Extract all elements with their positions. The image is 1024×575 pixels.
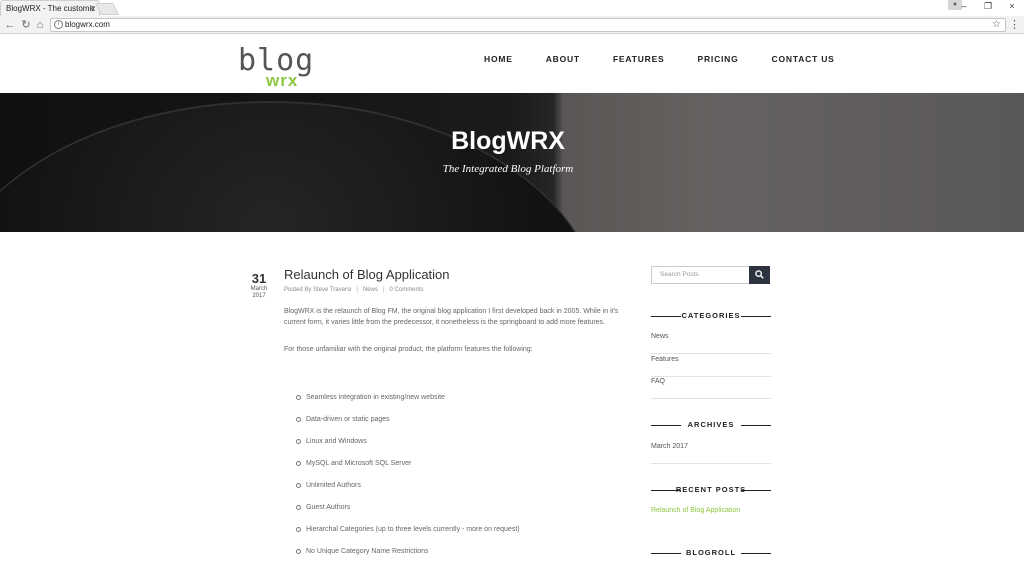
blogroll-title: BLOGROLL: [651, 548, 771, 558]
archive-link-march-2017[interactable]: March 2017: [651, 442, 771, 464]
post-comments-link[interactable]: 0 Comments: [390, 287, 424, 293]
main-nav: HOME ABOUT FEATURES PRICING CONTACT US: [484, 54, 868, 64]
browser-menu-icon[interactable]: ⋮: [1009, 19, 1020, 31]
hero-banner: BlogWRX The Integrated Blog Platform: [0, 93, 1024, 232]
post-title[interactable]: Relaunch of Blog Application: [284, 267, 450, 282]
post-paragraph: BlogWRX is the relaunch of Blog FM, the …: [284, 308, 619, 326]
search-input[interactable]: Search Posts: [651, 266, 750, 284]
list-item: Linux and Windows: [296, 437, 520, 459]
bookmark-star-icon[interactable]: ☆: [992, 19, 1001, 31]
restore-icon[interactable]: ❐: [976, 0, 1000, 12]
feature-list: Seamless integration in existing/new web…: [296, 393, 520, 569]
post-date-day: 31: [251, 271, 267, 286]
category-link-faq[interactable]: FAQ: [651, 377, 771, 399]
address-bar[interactable]: i blogwrx.com ☆: [50, 18, 1006, 32]
post-date-year: 2017: [252, 293, 266, 299]
hero-subtitle: The Integrated Blog Platform: [442, 163, 574, 175]
category-link-features[interactable]: Features: [651, 355, 771, 377]
site-logo[interactable]: blog wrx: [238, 46, 328, 90]
browser-toolbar: ← ↻ ⌂ i blogwrx.com ☆ ⋮: [0, 16, 1024, 34]
window-close-icon[interactable]: ×: [1000, 0, 1024, 12]
search-button[interactable]: [749, 266, 770, 284]
post-date-month: March: [250, 286, 268, 292]
list-item: Seamless integration in existing/new web…: [296, 393, 520, 415]
home-icon[interactable]: ⌂: [32, 17, 48, 33]
post-category-link[interactable]: News: [363, 287, 378, 293]
list-item: No Unique Category Name Restrictions: [296, 547, 520, 569]
tab-strip: BlogWRX - The customiz × ● – ❐ ×: [0, 0, 1024, 16]
list-item: Data-driven or static pages: [296, 415, 520, 437]
archives-title: ARCHIVES: [651, 420, 771, 430]
nav-pricing[interactable]: PRICING: [698, 54, 739, 64]
recent-post-link[interactable]: Relaunch of Blog Application: [651, 506, 771, 528]
logo-text-wrx: wrx: [266, 71, 299, 90]
list-item: Guest Authors: [296, 503, 520, 525]
post-date: 31 March 2017: [246, 272, 272, 300]
post-paragraph: For those unfamiliar with the original p…: [284, 346, 533, 353]
nav-about[interactable]: ABOUT: [546, 54, 580, 64]
nav-home[interactable]: HOME: [484, 54, 513, 64]
tab-close-icon[interactable]: ×: [90, 1, 95, 16]
post-author: Posted By Steve Traversi: [284, 287, 352, 293]
search-icon: [755, 270, 764, 279]
minimize-icon[interactable]: –: [952, 0, 976, 12]
list-item: Hierarchal Categories (up to three level…: [296, 525, 520, 547]
address-url: blogwrx.com: [65, 20, 110, 29]
tab-title: BlogWRX - The customiz: [6, 4, 96, 13]
category-link-news[interactable]: News: [651, 332, 771, 354]
back-icon[interactable]: ←: [2, 17, 18, 33]
post-meta: Posted By Steve Traversi | News | 0 Comm…: [284, 287, 424, 293]
list-item: Unlimited Authors: [296, 481, 520, 503]
categories-title: CATEGORIES: [651, 311, 771, 321]
info-icon[interactable]: i: [54, 20, 63, 29]
browser-tab[interactable]: BlogWRX - The customiz ×: [0, 0, 100, 16]
list-item: MySQL and Microsoft SQL Server: [296, 459, 520, 481]
nav-features[interactable]: FEATURES: [613, 54, 665, 64]
hero-title: BlogWRX: [451, 127, 565, 155]
nav-contact-us[interactable]: CONTACT US: [772, 54, 835, 64]
post-body: BlogWRX is the relaunch of Blog FM, the …: [284, 306, 634, 371]
recent-posts-title: RECENT POSTS: [651, 485, 771, 495]
site-header: blog wrx HOME ABOUT FEATURES PRICING CON…: [0, 35, 1024, 93]
